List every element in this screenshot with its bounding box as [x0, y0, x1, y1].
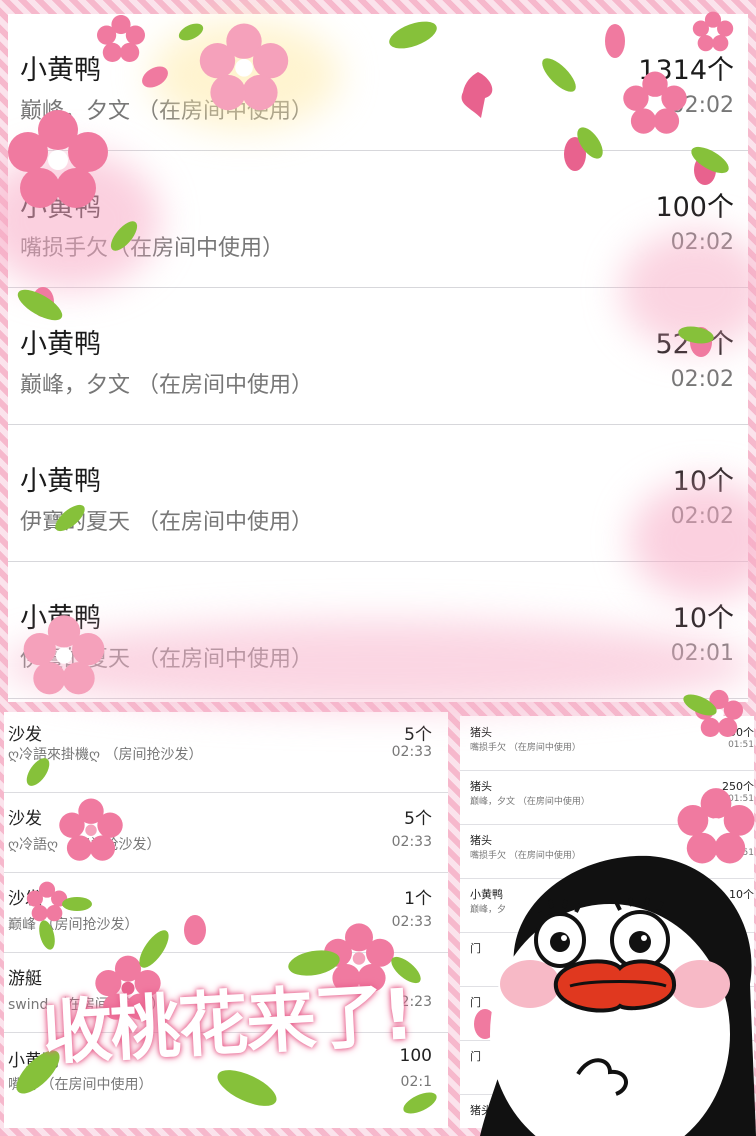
- gift-name: 沙发: [8, 889, 42, 909]
- gift-time: 02:02: [670, 367, 734, 392]
- gift-quantity: 250个: [722, 780, 754, 793]
- gift-record-row[interactable]: 小黄鸭 巅峰，夕文 （在房间中使用） 1314个 02:02: [8, 14, 748, 151]
- gift-record-row[interactable]: 小黄鸭 巅峰，夕 10个: [460, 878, 754, 933]
- gift-name: 沙发: [8, 809, 42, 829]
- gift-name: 门: [470, 942, 481, 955]
- gift-record-row[interactable]: 猪头 嘴损手欠 （在房间中使用） 01:51: [460, 824, 754, 879]
- gift-record-row[interactable]: 猪头 巅峰，夕文 （在房间中使用） 250个 01:51: [460, 770, 754, 825]
- gift-name: 游艇: [8, 969, 42, 989]
- gift-quantity: 520个: [655, 329, 734, 360]
- gift-time: 02:02: [670, 93, 734, 118]
- gift-name: 猪头: [470, 834, 492, 847]
- gift-name: 小黄鸭: [20, 192, 101, 223]
- gift-record-row[interactable]: 沙发 ღ冷語ღ （房间抢沙发） 5个 02:33: [4, 792, 448, 873]
- sticker-caption: 收桃花来了!: [40, 973, 415, 1075]
- gift-name: 沙发: [8, 725, 42, 745]
- gift-record-row[interactable]: 小黄鸭 伊寶的夏天 （在房间中使用） 10个 02:02: [8, 425, 748, 562]
- gift-record-row[interactable]: 小黄鸭 巅峰，夕文 （在房间中使用） 520个 02:02: [8, 288, 748, 425]
- gift-time: 02:01: [670, 641, 734, 666]
- gift-record-row[interactable]: 小黄鸭 伊寶的夏天 （在房间中使用） 10个 02:01: [8, 562, 748, 699]
- gift-quantity: 10个: [672, 603, 734, 634]
- gift-sender: 伊寶的夏天 （在房间中使用）: [20, 510, 313, 535]
- gift-quantity: 5个: [404, 725, 432, 745]
- gift-name: 小黄鸭: [20, 466, 101, 497]
- gift-sender: 嘴损手欠 （在房间中使用）: [470, 851, 581, 861]
- gift-quantity: 1个: [404, 889, 432, 909]
- gift-sender: 巅峰，夕: [470, 905, 507, 915]
- gift-quantity: 100个: [655, 192, 734, 223]
- gift-time: 02:1: [400, 1074, 432, 1090]
- gift-sender: 嘴损手欠 （在房间中使用）: [470, 743, 581, 753]
- gift-name: 小黄鸭: [20, 603, 101, 634]
- gift-sender: 嘴损手欠（在房间中使用）: [20, 236, 285, 261]
- gift-name: 小黄鸭: [470, 888, 503, 901]
- gift-time: 02:33: [391, 914, 432, 930]
- gift-record-row[interactable]: 小黄鸭 嘴损手欠（在房间中使用） 100个 02:02: [8, 151, 748, 288]
- gift-time: 01:51: [728, 740, 754, 750]
- gift-quantity: 5个: [404, 809, 432, 829]
- gift-quantity: 10个: [729, 888, 754, 901]
- gift-name: 小黄鸭: [20, 329, 101, 360]
- gift-record-row[interactable]: 猪头 10个: [460, 1094, 754, 1128]
- gift-quantity: 50个: [729, 726, 754, 739]
- gift-record-panel-main: 小黄鸭 巅峰，夕文 （在房间中使用） 1314个 02:02 小黄鸭 嘴损手欠（…: [8, 14, 748, 702]
- gift-name: 门: [470, 996, 481, 1009]
- gift-sender: 嘴损 （在房间中使用）: [8, 1077, 153, 1093]
- gift-name: 门: [470, 1050, 481, 1063]
- gift-record-row[interactable]: 门: [460, 932, 754, 987]
- gift-quantity: 10个: [672, 466, 734, 497]
- gift-sender: 伊寶的夏天 （在房间中使用）: [20, 647, 313, 672]
- gift-time: 02:33: [391, 744, 432, 760]
- gift-name: 猪头: [470, 726, 492, 739]
- gift-quantity: 10个: [729, 1104, 754, 1117]
- gift-record-row[interactable]: 门: [460, 1040, 754, 1095]
- gift-record-row[interactable]: 沙发 ღ冷語來掛機ღ （房间抢沙发） 5个 02:33: [4, 712, 448, 793]
- gift-name: 猪头: [470, 780, 492, 793]
- gift-time: 01:51: [728, 848, 754, 858]
- gift-sender: ღ冷語來掛機ღ （房间抢沙发）: [8, 747, 203, 763]
- gift-time: 02:33: [391, 834, 432, 850]
- gift-name: 猪头: [470, 1104, 492, 1117]
- gift-quantity: 1314个: [638, 55, 734, 86]
- gift-record-row[interactable]: 门: [460, 986, 754, 1041]
- gift-sender: ღ冷語ღ （房间抢沙发）: [8, 837, 161, 853]
- gift-time: 02:02: [670, 230, 734, 255]
- gift-time: 02:02: [670, 504, 734, 529]
- gift-record-row[interactable]: 猪头 嘴损手欠 （在房间中使用） 50个 01:51: [460, 716, 754, 771]
- gift-record-panel-right: 猪头 嘴损手欠 （在房间中使用） 50个 01:51 猪头 巅峰，夕文 （在房间…: [460, 716, 754, 1128]
- gift-record-row[interactable]: 沙发 巅峰 （房间抢沙发） 1个 02:33: [4, 872, 448, 953]
- gift-sender: 巅峰，夕文 （在房间中使用）: [470, 797, 590, 807]
- gift-time: 01:51: [728, 794, 754, 804]
- gift-sender: 巅峰 （房间抢沙发）: [8, 917, 139, 933]
- gift-sender: 巅峰，夕文 （在房间中使用）: [20, 373, 313, 398]
- gift-sender: 巅峰，夕文 （在房间中使用）: [20, 99, 313, 124]
- gift-name: 小黄鸭: [20, 55, 101, 86]
